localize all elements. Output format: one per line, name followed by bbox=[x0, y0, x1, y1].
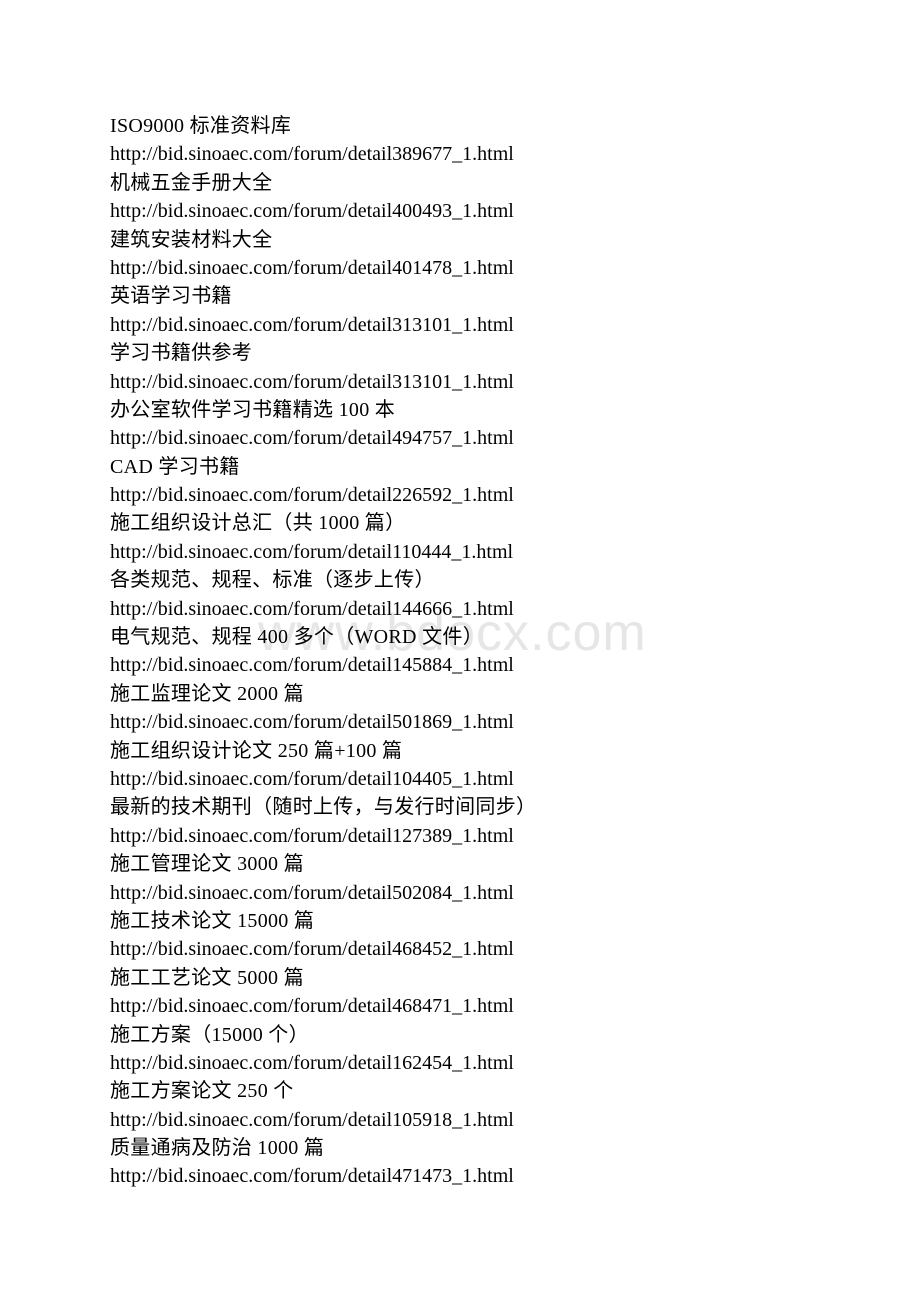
list-item: 施工管理论文 3000 篇 http://bid.sinoaec.com/for… bbox=[110, 850, 536, 907]
list-item: 施工方案论文 250 个 http://bid.sinoaec.com/foru… bbox=[110, 1077, 536, 1134]
entry-title: ISO9000 标准资料库 bbox=[110, 115, 292, 137]
entry-link[interactable]: http://bid.sinoaec.com/forum/detail10591… bbox=[110, 1109, 514, 1131]
entry-title: 施工技术论文 15000 篇 bbox=[110, 909, 315, 932]
entry-link[interactable]: http://bid.sinoaec.com/forum/detail14588… bbox=[110, 654, 514, 676]
entry-link[interactable]: http://bid.sinoaec.com/forum/detail46847… bbox=[110, 995, 514, 1017]
list-item: 建筑安装材料大全 http://bid.sinoaec.com/forum/de… bbox=[110, 226, 536, 283]
entry-title: 施工方案论文 250 个 bbox=[110, 1080, 294, 1103]
list-item: 施工方案（15000 个） http://bid.sinoaec.com/for… bbox=[110, 1021, 536, 1078]
entry-title: 施工方案（15000 个） bbox=[110, 1023, 309, 1046]
entry-title: 施工监理论文 2000 篇 bbox=[110, 682, 304, 705]
entry-title: 机械五金手册大全 bbox=[110, 171, 273, 194]
entry-title: 施工管理论文 3000 篇 bbox=[110, 853, 304, 876]
list-item: 施工组织设计总汇（共 1000 篇） http://bid.sinoaec.co… bbox=[110, 509, 536, 566]
entry-link[interactable]: http://bid.sinoaec.com/forum/detail40147… bbox=[110, 257, 514, 279]
entry-title: 各类规范、规程、标准（逐步上传） bbox=[110, 569, 435, 592]
entry-link[interactable]: http://bid.sinoaec.com/forum/detail31310… bbox=[110, 371, 514, 393]
list-item: 施工技术论文 15000 篇 http://bid.sinoaec.com/fo… bbox=[110, 907, 536, 964]
entry-title: 电气规范、规程 400 多个（WORD 文件） bbox=[110, 626, 484, 649]
entry-title: 施工组织设计总汇（共 1000 篇） bbox=[110, 512, 406, 535]
entry-link[interactable]: http://bid.sinoaec.com/forum/detail10440… bbox=[110, 768, 514, 790]
list-item: 施工组织设计论文 250 篇+100 篇 http://bid.sinoaec.… bbox=[110, 737, 536, 794]
entry-title: 办公室软件学习书籍精选 100 本 bbox=[110, 398, 396, 421]
list-item: 办公室软件学习书籍精选 100 本 http://bid.sinoaec.com… bbox=[110, 396, 536, 453]
entry-title: 施工组织设计论文 250 篇+100 篇 bbox=[110, 739, 403, 762]
list-item: 质量通病及防治 1000 篇 http://bid.sinoaec.com/fo… bbox=[110, 1134, 536, 1191]
list-item: 电气规范、规程 400 多个（WORD 文件） http://bid.sinoa… bbox=[110, 623, 536, 680]
list-item: 最新的技术期刊（随时上传，与发行时间同步） http://bid.sinoaec… bbox=[110, 793, 536, 850]
entry-title: 最新的技术期刊（随时上传，与发行时间同步） bbox=[110, 796, 537, 819]
entry-title: CAD 学习书籍 bbox=[110, 455, 240, 478]
entry-link[interactable]: http://bid.sinoaec.com/forum/detail46845… bbox=[110, 938, 514, 960]
list-item: CAD 学习书籍 http://bid.sinoaec.com/forum/de… bbox=[110, 453, 536, 510]
document-page: www.bdocx.com ISO9000 标准资料库 http://bid.s… bbox=[0, 0, 920, 1302]
entry-link[interactable]: http://bid.sinoaec.com/forum/detail38967… bbox=[110, 143, 514, 165]
entry-link[interactable]: http://bid.sinoaec.com/forum/detail31310… bbox=[110, 314, 514, 336]
entry-title: 英语学习书籍 bbox=[110, 285, 232, 308]
list-item: 施工监理论文 2000 篇 http://bid.sinoaec.com/for… bbox=[110, 680, 536, 737]
entry-link[interactable]: http://bid.sinoaec.com/forum/detail50208… bbox=[110, 882, 514, 904]
entry-title: 学习书籍供参考 bbox=[110, 342, 253, 365]
entry-link[interactable]: http://bid.sinoaec.com/forum/detail12738… bbox=[110, 825, 514, 847]
resource-list: ISO9000 标准资料库 http://bid.sinoaec.com/for… bbox=[110, 112, 536, 1191]
entry-link[interactable]: http://bid.sinoaec.com/forum/detail49475… bbox=[110, 427, 514, 449]
entry-title: 施工工艺论文 5000 篇 bbox=[110, 966, 304, 989]
list-item: 施工工艺论文 5000 篇 http://bid.sinoaec.com/for… bbox=[110, 964, 536, 1021]
entry-link[interactable]: http://bid.sinoaec.com/forum/detail11044… bbox=[110, 541, 513, 563]
list-item: 英语学习书籍 http://bid.sinoaec.com/forum/deta… bbox=[110, 282, 536, 339]
entry-link[interactable]: http://bid.sinoaec.com/forum/detail47147… bbox=[110, 1165, 514, 1187]
list-item: ISO9000 标准资料库 http://bid.sinoaec.com/for… bbox=[110, 112, 536, 169]
entry-link[interactable]: http://bid.sinoaec.com/forum/detail50186… bbox=[110, 711, 514, 733]
list-item: 机械五金手册大全 http://bid.sinoaec.com/forum/de… bbox=[110, 169, 536, 226]
list-item: 各类规范、规程、标准（逐步上传） http://bid.sinoaec.com/… bbox=[110, 566, 536, 623]
entry-link[interactable]: http://bid.sinoaec.com/forum/detail22659… bbox=[110, 484, 514, 506]
entry-link[interactable]: http://bid.sinoaec.com/forum/detail14466… bbox=[110, 598, 514, 620]
entry-title: 质量通病及防治 1000 篇 bbox=[110, 1137, 325, 1160]
entry-title: 建筑安装材料大全 bbox=[110, 228, 273, 251]
entry-link[interactable]: http://bid.sinoaec.com/forum/detail40049… bbox=[110, 200, 514, 222]
entry-link[interactable]: http://bid.sinoaec.com/forum/detail16245… bbox=[110, 1052, 514, 1074]
list-item: 学习书籍供参考 http://bid.sinoaec.com/forum/det… bbox=[110, 339, 536, 396]
